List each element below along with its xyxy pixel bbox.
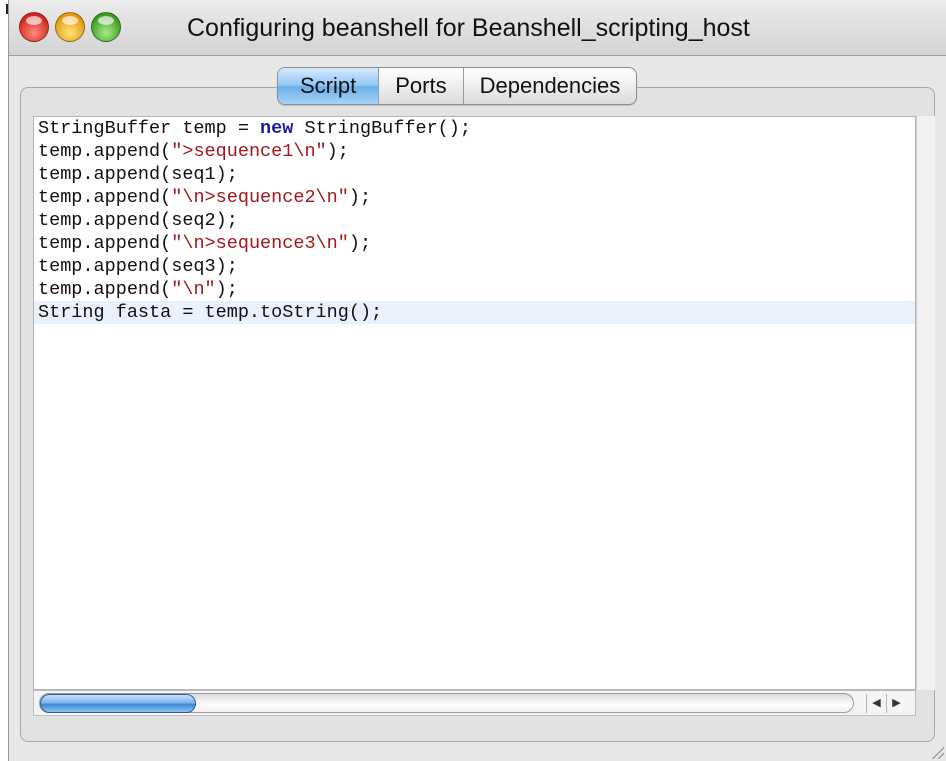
zoom-window-button[interactable] <box>91 12 121 42</box>
tab-ports[interactable]: Ports <box>378 68 462 104</box>
code-line[interactable]: String fasta = temp.toString(); <box>34 301 915 324</box>
code-text: temp.append( <box>38 141 172 162</box>
code-string: ">sequence1\n" <box>171 141 327 162</box>
code-keyword: new <box>260 118 294 139</box>
minimize-window-button[interactable] <box>55 12 85 42</box>
code-text: ); <box>348 233 372 254</box>
code-string: "\n>sequence2\n" <box>171 187 349 208</box>
code-line[interactable]: temp.append("\n>sequence2\n"); <box>34 186 915 209</box>
scroll-left-arrow-icon[interactable]: ◀ <box>866 694 886 713</box>
code-text: ); <box>348 187 372 208</box>
resize-grip-icon[interactable] <box>930 745 944 759</box>
code-text: temp.append(seq1); <box>38 164 238 185</box>
code-text: ); <box>215 279 238 300</box>
code-text: temp.append(seq3); <box>38 256 238 277</box>
tab-dependencies[interactable]: Dependencies <box>462 68 637 104</box>
code-line[interactable]: temp.append(seq2); <box>34 209 915 232</box>
window-title: Configuring beanshell for Beanshell_scri… <box>187 14 750 42</box>
code-text: StringBuffer(); <box>293 118 471 139</box>
horizontal-scrollbar[interactable]: ◀ ▶ <box>33 690 916 716</box>
script-editor[interactable]: StringBuffer temp = new StringBuffer(); t… <box>33 116 916 690</box>
code-line[interactable]: temp.append(seq1); <box>34 163 915 186</box>
code-text: StringBuffer temp = <box>38 118 261 139</box>
code-line[interactable]: temp.append(seq3); <box>34 255 915 278</box>
code-text: temp.append( <box>38 187 172 208</box>
configuration-window: Configuring beanshell for Beanshell_scri… <box>8 0 946 761</box>
code-string: "\n" <box>171 279 216 300</box>
code-line[interactable]: temp.append("\n"); <box>34 278 915 301</box>
code-text: temp.append(seq2); <box>38 210 238 231</box>
code-text: ); <box>326 141 349 162</box>
close-window-button[interactable] <box>19 12 49 42</box>
tab-script[interactable]: Script <box>278 68 379 104</box>
title-bar[interactable]: Configuring beanshell for Beanshell_scri… <box>9 0 946 56</box>
code-line[interactable]: StringBuffer temp = new StringBuffer(); <box>34 117 915 140</box>
code-text: String fasta = temp.toString(); <box>38 302 383 323</box>
horizontal-scroll-thumb[interactable] <box>40 694 196 713</box>
tab-bar: Script Ports Dependencies <box>277 67 638 105</box>
vertical-scrollbar[interactable] <box>916 116 935 690</box>
window-corner-mark <box>0 0 14 14</box>
code-text: temp.append( <box>38 279 172 300</box>
code-text: temp.append( <box>38 233 172 254</box>
code-line[interactable]: temp.append(">sequence1\n"); <box>34 140 915 163</box>
code-line[interactable]: temp.append("\n>sequence3\n"); <box>34 232 915 255</box>
code-string: "\n>sequence3\n" <box>171 233 349 254</box>
scroll-right-arrow-icon[interactable]: ▶ <box>886 694 906 713</box>
